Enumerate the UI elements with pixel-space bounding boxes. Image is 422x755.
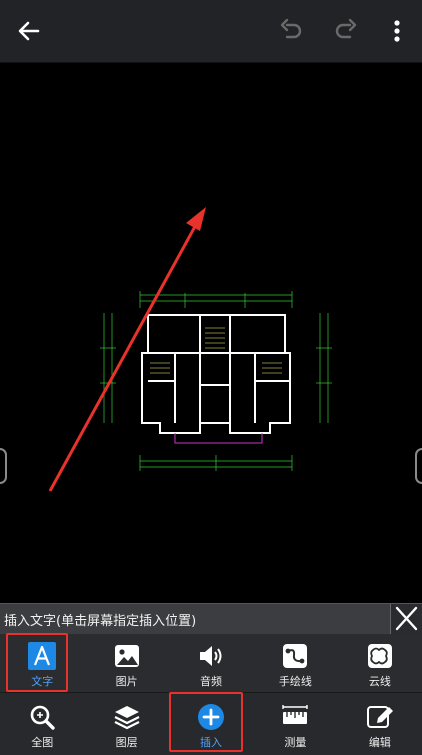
tool-image-label: 图片 xyxy=(115,675,138,688)
tool-image[interactable]: 图片 xyxy=(84,634,168,692)
dimension-lines xyxy=(100,291,332,471)
tool-edit[interactable]: 编辑 xyxy=(338,693,422,755)
highlight-box-text-tool xyxy=(6,633,68,692)
top-toolbar xyxy=(0,0,422,63)
floor-plan-drawing xyxy=(48,207,332,492)
pointer-arrow xyxy=(48,207,206,492)
speaker-icon xyxy=(200,646,222,666)
balcony-line xyxy=(174,433,263,444)
freehand-icon xyxy=(283,644,308,668)
tool-measure-label: 测量 xyxy=(284,736,307,749)
tool-cloud-line-label: 云线 xyxy=(368,675,391,688)
fit-view-icon xyxy=(30,705,55,730)
cloud-line-icon xyxy=(367,644,392,668)
drawing-canvas[interactable] xyxy=(0,63,422,603)
tool-freehand[interactable]: 手绘线 xyxy=(253,634,337,692)
tool-freehand-label: 手绘线 xyxy=(278,675,312,688)
right-panel-handle[interactable] xyxy=(415,448,422,484)
more-vert-icon[interactable] xyxy=(382,16,412,46)
ruler-icon xyxy=(282,705,309,724)
tool-measure[interactable]: 测量 xyxy=(253,693,337,755)
tool-layers-label: 图层 xyxy=(115,736,138,749)
tool-fit-view-label: 全图 xyxy=(31,736,54,749)
tool-audio[interactable]: 音频 xyxy=(169,634,253,692)
tool-audio-label: 音频 xyxy=(200,675,223,688)
hint-bar: 插入文字(单击屏幕指定插入位置) xyxy=(0,603,422,634)
back-arrow-icon[interactable] xyxy=(14,16,44,46)
hint-text: 插入文字(单击屏幕指定插入位置) xyxy=(4,614,197,629)
layers-icon xyxy=(114,706,140,730)
pencil-icon xyxy=(366,706,393,728)
left-panel-handle[interactable] xyxy=(0,448,7,484)
tool-edit-label: 编辑 xyxy=(368,736,391,749)
tool-fit-view[interactable]: 全图 xyxy=(0,693,84,755)
tool-layers[interactable]: 图层 xyxy=(84,693,168,755)
close-icon xyxy=(395,606,418,631)
redo-icon[interactable] xyxy=(330,16,360,46)
hint-close-button[interactable] xyxy=(390,604,422,634)
undo-icon[interactable] xyxy=(277,16,307,46)
highlight-box-insert-tool xyxy=(169,692,243,752)
tool-cloud-line[interactable]: 云线 xyxy=(338,634,422,692)
image-icon xyxy=(114,645,139,667)
stairs xyxy=(150,327,282,374)
